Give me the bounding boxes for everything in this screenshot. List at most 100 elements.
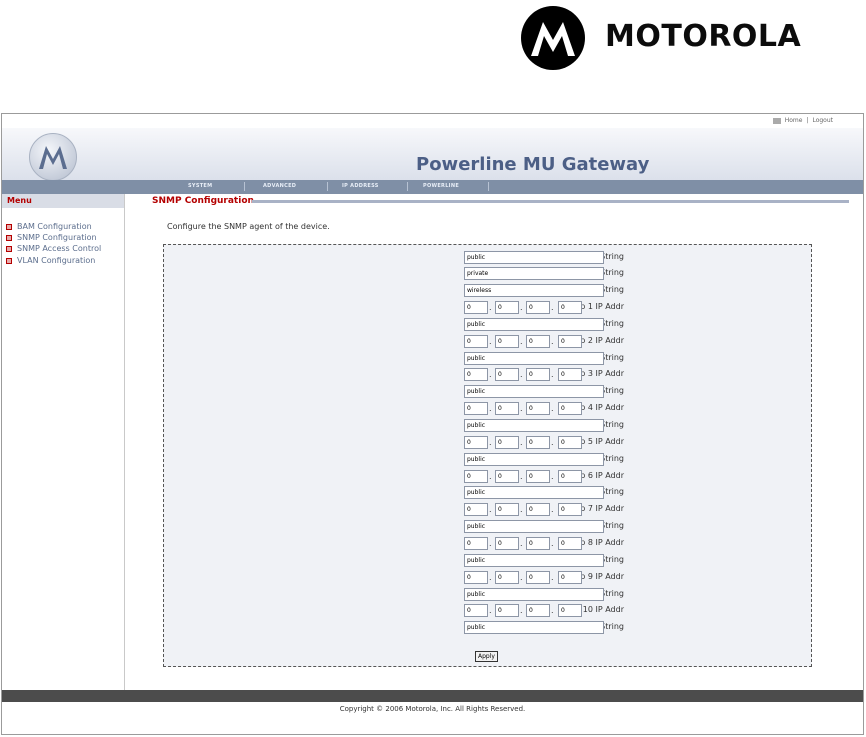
trap-ip-octet-input[interactable] bbox=[526, 301, 550, 314]
ip-dot: . bbox=[551, 437, 554, 447]
trap-ip-octet-input[interactable] bbox=[464, 536, 488, 550]
ip-dot: . bbox=[551, 471, 554, 481]
nav-advanced[interactable]: ADVANCED bbox=[263, 183, 296, 189]
trap-community-input[interactable] bbox=[464, 553, 604, 567]
trap-community-row: Trap2 Community String bbox=[164, 351, 809, 365]
trap-ip-octet-input[interactable] bbox=[464, 469, 488, 483]
ip-dot: . bbox=[489, 404, 492, 414]
trap-ip-octet-input[interactable] bbox=[558, 570, 582, 584]
menu-bullet-icon bbox=[6, 257, 12, 264]
nav-powerline[interactable]: POWERLINE bbox=[423, 183, 459, 189]
trap-ip-octet-input[interactable] bbox=[495, 334, 519, 348]
trap-ip-octet-input[interactable] bbox=[526, 604, 550, 618]
sidebar-item-bam-configuration[interactable]: BAM Configuration bbox=[6, 222, 92, 231]
trap-ip-row: Trap 6 IP Addr... bbox=[164, 469, 809, 483]
sidebar-item-snmp-access-control[interactable]: SNMP Access Control bbox=[6, 244, 101, 253]
trap-ip-octet-input[interactable] bbox=[464, 570, 488, 584]
trap-ip-octet-input[interactable] bbox=[464, 334, 488, 348]
trap-ip-row: Trap 10 IP Addr... bbox=[164, 604, 809, 618]
trap-ip-octet-input[interactable] bbox=[526, 435, 550, 449]
trap-community-input[interactable] bbox=[464, 452, 604, 466]
admin-community-input[interactable] bbox=[464, 284, 604, 297]
ip-dot: . bbox=[520, 336, 523, 346]
nav-system[interactable]: SYSTEM bbox=[188, 183, 212, 189]
trap-ip-octet-input[interactable] bbox=[526, 334, 550, 348]
nav-separator bbox=[488, 182, 489, 191]
snmp-form: SNMP Get Community String SNMP Set Commu… bbox=[163, 244, 812, 667]
trap-community-input[interactable] bbox=[464, 385, 604, 399]
home-link[interactable]: Home bbox=[785, 117, 803, 124]
top-nav-bar: SYSTEM ADVANCED IP ADDRESS POWERLINE bbox=[2, 180, 863, 194]
trap-ip-octet-input[interactable] bbox=[526, 402, 550, 416]
trap-ip-octet-input[interactable] bbox=[526, 536, 550, 550]
trap-ip-octet-input[interactable] bbox=[464, 368, 488, 382]
trap-ip-row: Trap 4 IP Addr... bbox=[164, 402, 809, 416]
trap-community-input[interactable] bbox=[464, 486, 604, 500]
nav-separator bbox=[244, 182, 245, 191]
section-intro: Configure the SNMP agent of the device. bbox=[167, 222, 330, 231]
trap-ip-octet-input[interactable] bbox=[464, 301, 488, 314]
gateway-web-ui: Home | Logout Powerline MU Gateway SYSTEM … bbox=[1, 113, 864, 735]
section-divider bbox=[252, 200, 849, 203]
get-community-input[interactable] bbox=[464, 251, 604, 264]
trap-ip-octet-input[interactable] bbox=[495, 402, 519, 416]
nav-separator bbox=[407, 182, 408, 191]
trap-ip-row: Trap 5 IP Addr... bbox=[164, 435, 809, 449]
trap-community-row: Trap7 Community String bbox=[164, 520, 809, 534]
trap-ip-octet-input[interactable] bbox=[495, 570, 519, 584]
trap-ip-octet-input[interactable] bbox=[526, 469, 550, 483]
trap-community-input[interactable] bbox=[464, 419, 604, 432]
sidebar-item-vlan-configuration[interactable]: VLAN Configuration bbox=[6, 256, 95, 265]
trap-community-row: Trap 10 Community String bbox=[164, 621, 809, 635]
trap-ip-octet-input[interactable] bbox=[495, 536, 519, 550]
trap-community-input[interactable] bbox=[464, 587, 604, 601]
trap-ip-octet-input[interactable] bbox=[495, 469, 519, 483]
trap-ip-octet-input[interactable] bbox=[558, 334, 582, 348]
trap-community-row: Trap6 Community String bbox=[164, 486, 809, 500]
apply-button[interactable]: Apply bbox=[475, 651, 498, 662]
trap-ip-octet-input[interactable] bbox=[558, 503, 582, 517]
trap-community-row: Trap4 Community String bbox=[164, 419, 809, 432]
trap-community-input[interactable] bbox=[464, 621, 604, 635]
trap-ip-octet-input[interactable] bbox=[558, 368, 582, 382]
trap-ip-octet-input[interactable] bbox=[558, 435, 582, 449]
trap-ip-octet-input[interactable] bbox=[495, 301, 519, 314]
trap-ip-octet-input[interactable] bbox=[464, 604, 488, 618]
trap-ip-octet-input[interactable] bbox=[558, 402, 582, 416]
menu-bullet-icon bbox=[6, 223, 12, 230]
trap-ip-octet-input[interactable] bbox=[526, 503, 550, 517]
trap-ip-octet-input[interactable] bbox=[558, 536, 582, 550]
trap-community-input[interactable] bbox=[464, 520, 604, 534]
trap-community-input[interactable] bbox=[464, 317, 604, 331]
nav-separator bbox=[327, 182, 328, 191]
set-community-row: SNMP Set Community String bbox=[164, 267, 809, 280]
trap-ip-octet-input[interactable] bbox=[558, 604, 582, 618]
ip-dot: . bbox=[520, 606, 523, 616]
trap-ip-octet-input[interactable] bbox=[495, 368, 519, 382]
menu-bullet-icon bbox=[6, 245, 12, 252]
logout-link[interactable]: Logout bbox=[812, 117, 833, 124]
trap-ip-octet-input[interactable] bbox=[526, 368, 550, 382]
trap-ip-octet-input[interactable] bbox=[558, 301, 582, 314]
set-community-input[interactable] bbox=[464, 267, 604, 280]
trap-community-row: Trap1 Community String bbox=[164, 317, 809, 331]
trap-community-row: Trap8 Community String bbox=[164, 553, 809, 567]
ip-dot: . bbox=[520, 471, 523, 481]
trap-ip-octet-input[interactable] bbox=[464, 402, 488, 416]
trap-ip-octet-input[interactable] bbox=[558, 469, 582, 483]
trap-community-row: Trap9 Community String bbox=[164, 587, 809, 601]
trap-community-input[interactable] bbox=[464, 351, 604, 365]
ip-dot: . bbox=[489, 572, 492, 582]
nav-ip-address[interactable]: IP ADDRESS bbox=[342, 183, 379, 189]
trap-ip-row: Trap 9 IP Addr... bbox=[164, 570, 809, 584]
menu-bullet-icon bbox=[6, 234, 12, 241]
trap-ip-octet-input[interactable] bbox=[495, 503, 519, 517]
trap-ip-octet-input[interactable] bbox=[495, 435, 519, 449]
sidebar-item-snmp-configuration[interactable]: SNMP Configuration bbox=[6, 233, 97, 242]
trap-ip-octet-input[interactable] bbox=[526, 570, 550, 584]
trap-ip-octet-input[interactable] bbox=[464, 435, 488, 449]
trap-ip-octet-input[interactable] bbox=[495, 604, 519, 618]
trap-ip-octet-input[interactable] bbox=[464, 503, 488, 517]
home-icon[interactable] bbox=[772, 117, 781, 124]
sidebar-menu: Menu BAM Configuration SNMP Configuratio… bbox=[2, 194, 125, 691]
